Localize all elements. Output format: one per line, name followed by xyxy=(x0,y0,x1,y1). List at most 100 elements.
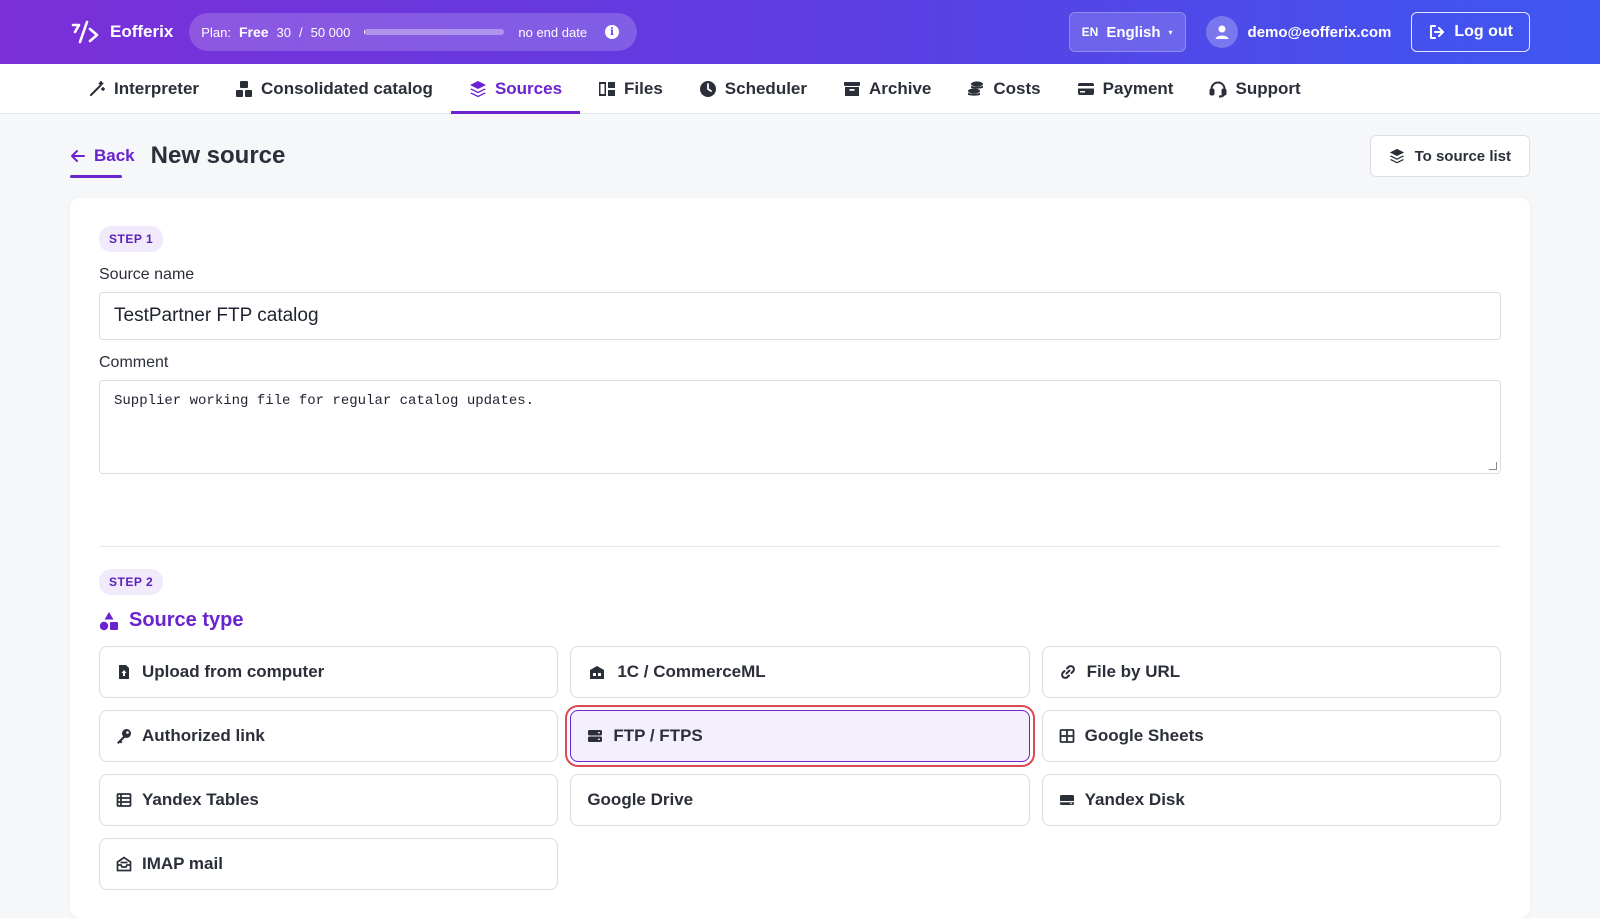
nav-item-files[interactable]: Files xyxy=(580,64,681,113)
divider xyxy=(99,546,1501,547)
source-type-label: Yandex Tables xyxy=(142,790,259,810)
logout-label: Log out xyxy=(1454,23,1513,41)
source-type-ftp-ftps[interactable]: FTP / FTPS xyxy=(570,710,1029,762)
nav-label: Interpreter xyxy=(114,79,199,99)
source-type-google-drive[interactable]: Google Drive xyxy=(570,774,1029,826)
brand[interactable]: Eofferix xyxy=(70,19,173,45)
nav-label: Files xyxy=(624,79,663,99)
layers-icon xyxy=(1389,148,1405,164)
nav-label: Sources xyxy=(495,79,562,99)
list-table-icon xyxy=(116,792,132,808)
plan-separator: / xyxy=(299,25,303,40)
source-type-google-sheets[interactable]: Google Sheets xyxy=(1042,710,1501,762)
language-code: EN xyxy=(1082,25,1099,39)
source-type-yandex-disk[interactable]: Yandex Disk xyxy=(1042,774,1501,826)
nav-item-scheduler[interactable]: Scheduler xyxy=(681,64,825,113)
resize-handle[interactable] xyxy=(1489,462,1497,470)
file-upload-icon xyxy=(116,664,132,680)
brand-name: Eofferix xyxy=(110,22,173,42)
nav-item-payment[interactable]: Payment xyxy=(1059,64,1192,113)
top-bar: Eofferix Plan: Free 30 / 50 000 no end d… xyxy=(0,0,1600,64)
nav-label: Costs xyxy=(993,79,1040,99)
server-icon xyxy=(587,728,603,744)
to-source-list-button[interactable]: To source list xyxy=(1370,135,1530,177)
user-icon xyxy=(1214,24,1230,40)
main-nav: Interpreter Consolidated catalog Sources… xyxy=(0,64,1600,114)
source-type-title: Source type xyxy=(129,609,243,632)
language-selector[interactable]: EN English ▾ xyxy=(1069,12,1186,52)
source-type-imap-mail[interactable]: IMAP mail xyxy=(99,838,558,890)
source-type-authorized-link[interactable]: Authorized link xyxy=(99,710,558,762)
source-type-label: File by URL xyxy=(1087,662,1181,682)
nav-label: Archive xyxy=(869,79,931,99)
source-type-upload-from-computer[interactable]: Upload from computer xyxy=(99,646,558,698)
source-type-label: IMAP mail xyxy=(142,854,223,874)
comment-text: Supplier working file for regular catalo… xyxy=(114,393,534,409)
mail-inbox-icon xyxy=(116,856,132,872)
source-type-heading: Source type xyxy=(99,609,1501,632)
nav-item-support[interactable]: Support xyxy=(1191,64,1318,113)
avatar xyxy=(1206,16,1238,48)
nav-label: Payment xyxy=(1103,79,1174,99)
comment-textarea[interactable]: Supplier working file for regular catalo… xyxy=(99,380,1501,474)
source-type-file-by-url[interactable]: File by URL xyxy=(1042,646,1501,698)
coins-icon xyxy=(967,80,985,98)
source-name-label: Source name xyxy=(99,266,1501,284)
clock-icon xyxy=(699,80,717,98)
to-source-list-label: To source list xyxy=(1415,148,1511,165)
files-icon xyxy=(598,80,616,98)
source-name-input[interactable]: TestPartner FTP catalog xyxy=(99,292,1501,340)
source-type-1c-commerceml[interactable]: 1C / CommerceML xyxy=(570,646,1029,698)
plan-usage: 30 xyxy=(277,25,291,40)
language-name: English xyxy=(1106,24,1160,41)
table-icon xyxy=(1059,728,1075,744)
shapes-icon xyxy=(99,611,119,631)
source-type-label: Google Drive xyxy=(587,790,693,810)
new-source-form: STEP 1 Source name TestPartner FTP catal… xyxy=(70,198,1530,918)
source-type-label: Yandex Disk xyxy=(1085,790,1185,810)
nav-item-interpreter[interactable]: Interpreter xyxy=(70,64,217,113)
logo-icon xyxy=(70,19,100,45)
link-icon xyxy=(1059,664,1077,680)
logout-button[interactable]: Log out xyxy=(1411,12,1530,52)
chevron-down-icon: ▾ xyxy=(1169,28,1173,37)
arrow-left-icon xyxy=(70,148,86,164)
nav-item-consolidated-catalog[interactable]: Consolidated catalog xyxy=(217,64,451,113)
user-menu[interactable]: demo@eofferix.com xyxy=(1206,16,1392,48)
key-icon xyxy=(116,728,132,744)
back-link[interactable]: Back xyxy=(70,142,135,170)
source-type-label: FTP / FTPS xyxy=(613,726,702,746)
user-email: demo@eofferix.com xyxy=(1248,24,1392,41)
layers-icon xyxy=(469,80,487,98)
boxes-icon xyxy=(235,80,253,98)
source-type-yandex-tables[interactable]: Yandex Tables xyxy=(99,774,558,826)
nav-label: Scheduler xyxy=(725,79,807,99)
hard-drive-icon xyxy=(1059,792,1075,808)
source-type-label: Upload from computer xyxy=(142,662,324,682)
nav-item-archive[interactable]: Archive xyxy=(825,64,949,113)
archive-icon xyxy=(843,80,861,98)
plan-widget: Plan: Free 30 / 50 000 no end date i xyxy=(189,13,637,51)
plan-limit: 50 000 xyxy=(311,25,351,40)
plan-label: Plan: xyxy=(201,25,231,40)
source-type-grid: Upload from computer 1C / CommerceML Fil… xyxy=(99,646,1501,890)
credit-card-icon xyxy=(1077,80,1095,98)
nav-item-sources[interactable]: Sources xyxy=(451,64,580,113)
info-icon[interactable]: i xyxy=(605,25,619,39)
logout-icon xyxy=(1428,23,1446,41)
page-header: Back New source To source list xyxy=(0,114,1600,198)
page-title: New source xyxy=(151,142,286,170)
warehouse-icon xyxy=(587,664,607,680)
source-type-label: Google Sheets xyxy=(1085,726,1204,746)
headset-icon xyxy=(1209,80,1227,98)
source-type-label: 1C / CommerceML xyxy=(617,662,765,682)
back-label: Back xyxy=(94,146,135,166)
nav-label: Support xyxy=(1235,79,1300,99)
plan-end-date: no end date xyxy=(518,25,587,40)
magic-wand-icon xyxy=(88,80,106,98)
source-type-label: Authorized link xyxy=(142,726,265,746)
nav-item-costs[interactable]: Costs xyxy=(949,64,1058,113)
step-badge: STEP 1 xyxy=(99,226,163,252)
comment-label: Comment xyxy=(99,354,1501,372)
nav-label: Consolidated catalog xyxy=(261,79,433,99)
